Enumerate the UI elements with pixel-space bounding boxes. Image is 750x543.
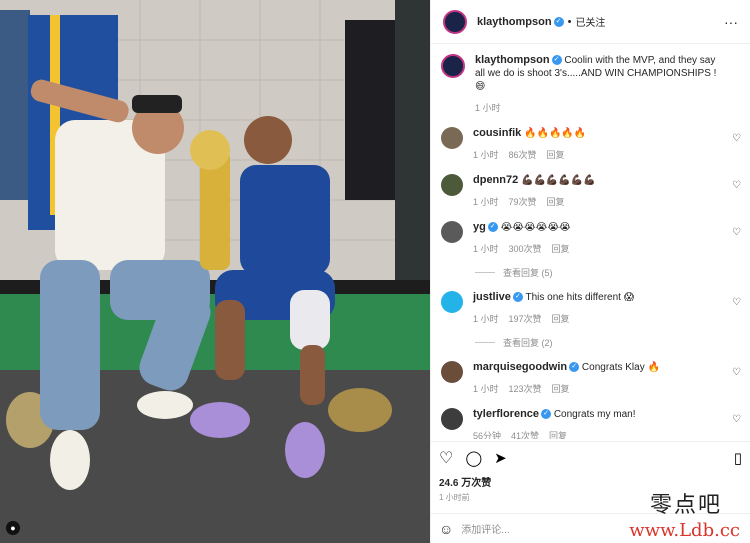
verified-badge-icon: ✓ [487, 222, 498, 233]
view-replies-label[interactable]: 查看回复 (2) [503, 336, 553, 349]
commenter-username[interactable]: yg [473, 221, 486, 233]
watermark-cn: 零点吧 [649, 493, 722, 518]
comment-item: yg ✓ 😭😭😭😭😭😭 1 小时 300次赞 回复 ♡ [431, 209, 750, 256]
commenter-avatar[interactable] [441, 361, 463, 383]
comment-time: 1 小时 [473, 314, 499, 324]
comments-list: klaythompson ✓ Coolin with the MVP, and t… [431, 44, 750, 439]
commenter-username[interactable]: dpenn72 [473, 174, 518, 186]
verified-badge-icon: ✓ [553, 16, 564, 27]
save-bookmark-icon[interactable]: ▯ [734, 449, 742, 467]
comment-text: This one hits different 😱 [525, 292, 635, 303]
comment-time: 56分钟 [473, 431, 502, 439]
comment-text: 💪🏿💪🏿💪🏿💪🏿💪🏿💪🏿 [521, 175, 596, 186]
comment-likes[interactable]: 86次赞 [509, 149, 537, 162]
comment-like-heart-icon[interactable]: ♡ [732, 227, 742, 238]
add-comment-input[interactable]: 添加评论... [461, 521, 509, 536]
verified-badge-icon: ✓ [569, 362, 580, 373]
comment-container: cousinfik 🔥🔥🔥🔥🔥 1 小时 86次赞 回复 ♡ dpenn72 💪… [431, 115, 750, 439]
caption-avatar[interactable] [441, 54, 465, 78]
view-replies-button[interactable]: 查看回复 (5) [475, 266, 750, 279]
comment-like-heart-icon[interactable]: ♡ [732, 180, 742, 191]
caption: klaythompson ✓ Coolin with the MVP, and t… [431, 44, 750, 115]
comment-text: 🔥🔥🔥🔥🔥 [524, 128, 587, 139]
more-options-icon[interactable]: ··· [724, 14, 738, 30]
like-heart-icon[interactable]: ♡ [439, 448, 453, 468]
caption-username[interactable]: klaythompson [475, 54, 550, 66]
comment-like-heart-icon[interactable]: ♡ [732, 297, 742, 308]
commenter-avatar[interactable] [441, 291, 463, 313]
following-button[interactable]: 已关注 [575, 14, 605, 29]
post-photo[interactable]: ● [0, 0, 430, 543]
caption-time: 1 小时 [475, 103, 501, 113]
reply-button[interactable]: 回复 [549, 430, 567, 439]
comment-time: 1 小时 [473, 384, 499, 394]
verified-badge-icon: ✓ [551, 55, 562, 66]
view-replies-label[interactable]: 查看回复 (5) [503, 266, 553, 279]
commenter-username[interactable]: tylerflorence [473, 408, 539, 420]
comment-item: cousinfik 🔥🔥🔥🔥🔥 1 小时 86次赞 回复 ♡ [431, 115, 750, 162]
comment-likes[interactable]: 79次赞 [509, 196, 537, 209]
comment-bubble-icon[interactable]: ◯ [465, 449, 482, 467]
reply-button[interactable]: 回复 [552, 243, 570, 256]
photo-illustration [0, 0, 430, 543]
post-header: klaythompson ✓ • 已关注 ··· [431, 0, 750, 44]
comment-like-heart-icon[interactable]: ♡ [732, 367, 742, 378]
comment-text: Congrats my man! [553, 409, 636, 420]
watermark-url: www.Ldb.cc [629, 520, 740, 541]
separator-dot: • [567, 15, 572, 28]
reply-button[interactable]: 回复 [552, 383, 570, 396]
post-side-panel: klaythompson ✓ • 已关注 ··· klaythompson ✓ C… [430, 0, 750, 543]
comment-item: marquisegoodwin ✓ Congrats Klay 🔥 1 小时 12… [431, 349, 750, 396]
divider [475, 272, 495, 273]
tagged-users-icon[interactable]: ● [6, 521, 20, 535]
commenter-username[interactable]: justlive [473, 291, 511, 303]
comment-likes[interactable]: 41次赞 [511, 430, 539, 439]
view-replies-button[interactable]: 查看回复 (2) [475, 336, 750, 349]
comment-item: dpenn72 💪🏿💪🏿💪🏿💪🏿💪🏿💪🏿 1 小时 79次赞 回复 ♡ [431, 162, 750, 209]
comment-like-heart-icon[interactable]: ♡ [732, 414, 742, 425]
comment-text: 😭😭😭😭😭😭 [500, 222, 571, 233]
comment-like-heart-icon[interactable]: ♡ [732, 133, 742, 144]
commenter-avatar[interactable] [441, 127, 463, 149]
share-send-icon[interactable]: ➤ [494, 449, 507, 467]
verified-badge-icon: ✓ [541, 409, 552, 420]
comment-likes[interactable]: 197次赞 [509, 313, 542, 326]
emoji-icon[interactable]: ☺ [439, 521, 453, 537]
commenter-username[interactable]: cousinfik [473, 127, 521, 139]
comment-item: justlive ✓ This one hits different 😱 1 小时… [431, 279, 750, 326]
comment-time: 1 小时 [473, 150, 499, 160]
comment-time: 1 小时 [473, 244, 499, 254]
author-username[interactable]: klaythompson [477, 16, 552, 28]
author-avatar[interactable] [443, 9, 467, 34]
reply-button[interactable]: 回复 [547, 149, 565, 162]
comment-time: 1 小时 [473, 197, 499, 207]
comment-text: Congrats Klay 🔥 [581, 362, 660, 373]
commenter-avatar[interactable] [441, 408, 463, 430]
comment-likes[interactable]: 123次赞 [509, 383, 542, 396]
comment-item: tylerflorence ✓ Congrats my man! 56分钟 41次… [431, 396, 750, 439]
reply-button[interactable]: 回复 [547, 196, 565, 209]
divider [475, 342, 495, 343]
commenter-avatar[interactable] [441, 221, 463, 243]
comment-likes[interactable]: 300次赞 [509, 243, 542, 256]
verified-badge-icon: ✓ [512, 292, 523, 303]
caption-emoji: 😄 [475, 81, 486, 92]
commenter-username[interactable]: marquisegoodwin [473, 361, 567, 373]
reply-button[interactable]: 回复 [552, 313, 570, 326]
commenter-avatar[interactable] [441, 174, 463, 196]
